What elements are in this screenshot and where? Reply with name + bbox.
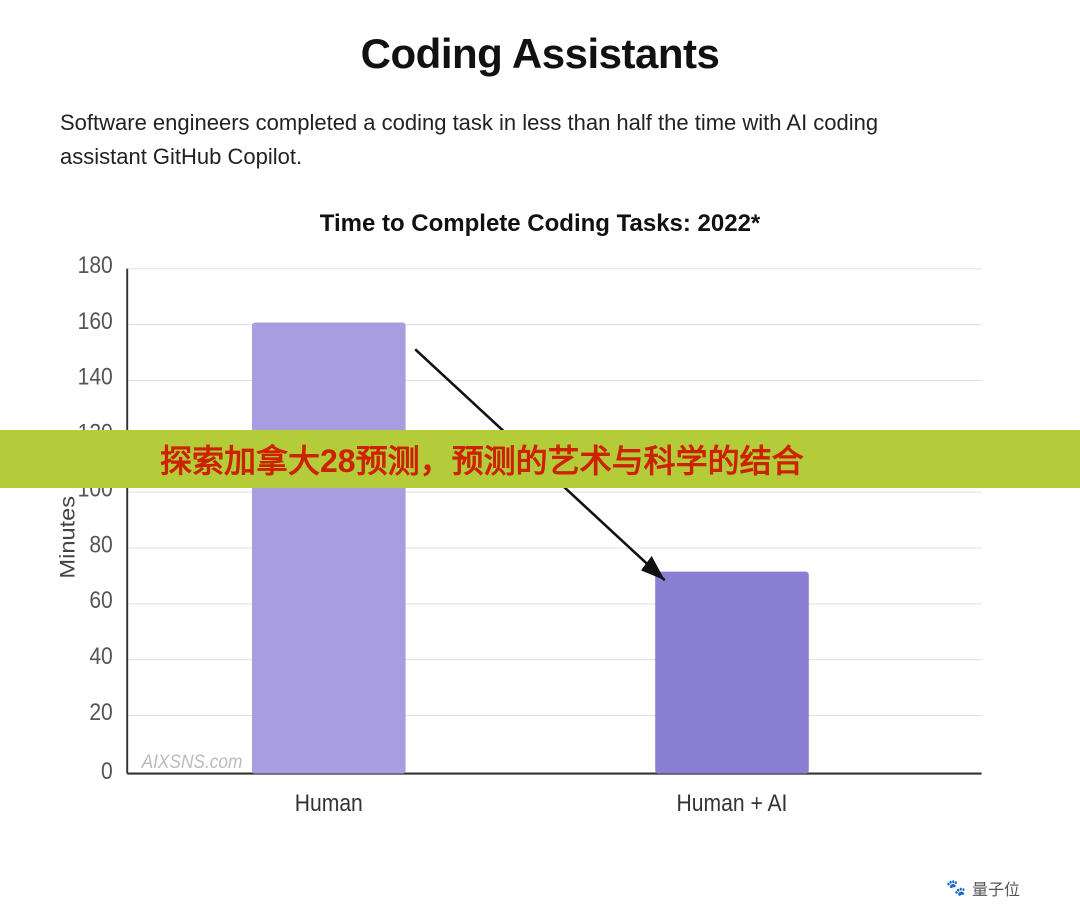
bar-human — [252, 323, 406, 774]
svg-text:140: 140 — [78, 364, 113, 390]
description-text: Software engineers completed a coding ta… — [60, 106, 880, 174]
banner-text: 探索加拿大28预测，预测的艺术与科学的结合 — [160, 436, 804, 482]
chart-svg: 180 160 140 120 100 80 60 40 20 0 Minute… — [60, 258, 1020, 838]
chart-title: Time to Complete Coding Tasks: 2022* — [60, 210, 1020, 238]
bar-human-ai — [655, 572, 809, 774]
svg-text:180: 180 — [78, 252, 113, 278]
logo: 🐾 量子位 — [946, 876, 1020, 900]
svg-text:80: 80 — [89, 531, 112, 557]
chart-wrapper: 180 160 140 120 100 80 60 40 20 0 Minute… — [60, 258, 1020, 838]
svg-text:AIXSNS.com: AIXSNS.com — [141, 750, 243, 772]
logo-text: 量子位 — [972, 876, 1020, 900]
banner-overlay: 探索加拿大28预测，预测的艺术与科学的结合 — [0, 430, 1080, 488]
svg-text:0: 0 — [101, 758, 113, 784]
svg-text:Human: Human — [295, 790, 363, 816]
svg-text:160: 160 — [78, 308, 113, 334]
svg-text:Human + AI: Human + AI — [677, 790, 788, 816]
logo-icon: 🐾 — [946, 878, 966, 898]
svg-text:Minutes: Minutes — [56, 496, 80, 579]
svg-text:60: 60 — [89, 587, 112, 613]
svg-text:20: 20 — [89, 699, 112, 725]
page-container: Coding Assistants Software engineers com… — [0, 0, 1080, 915]
page-title: Coding Assistants — [60, 30, 1020, 78]
svg-text:40: 40 — [89, 643, 112, 669]
